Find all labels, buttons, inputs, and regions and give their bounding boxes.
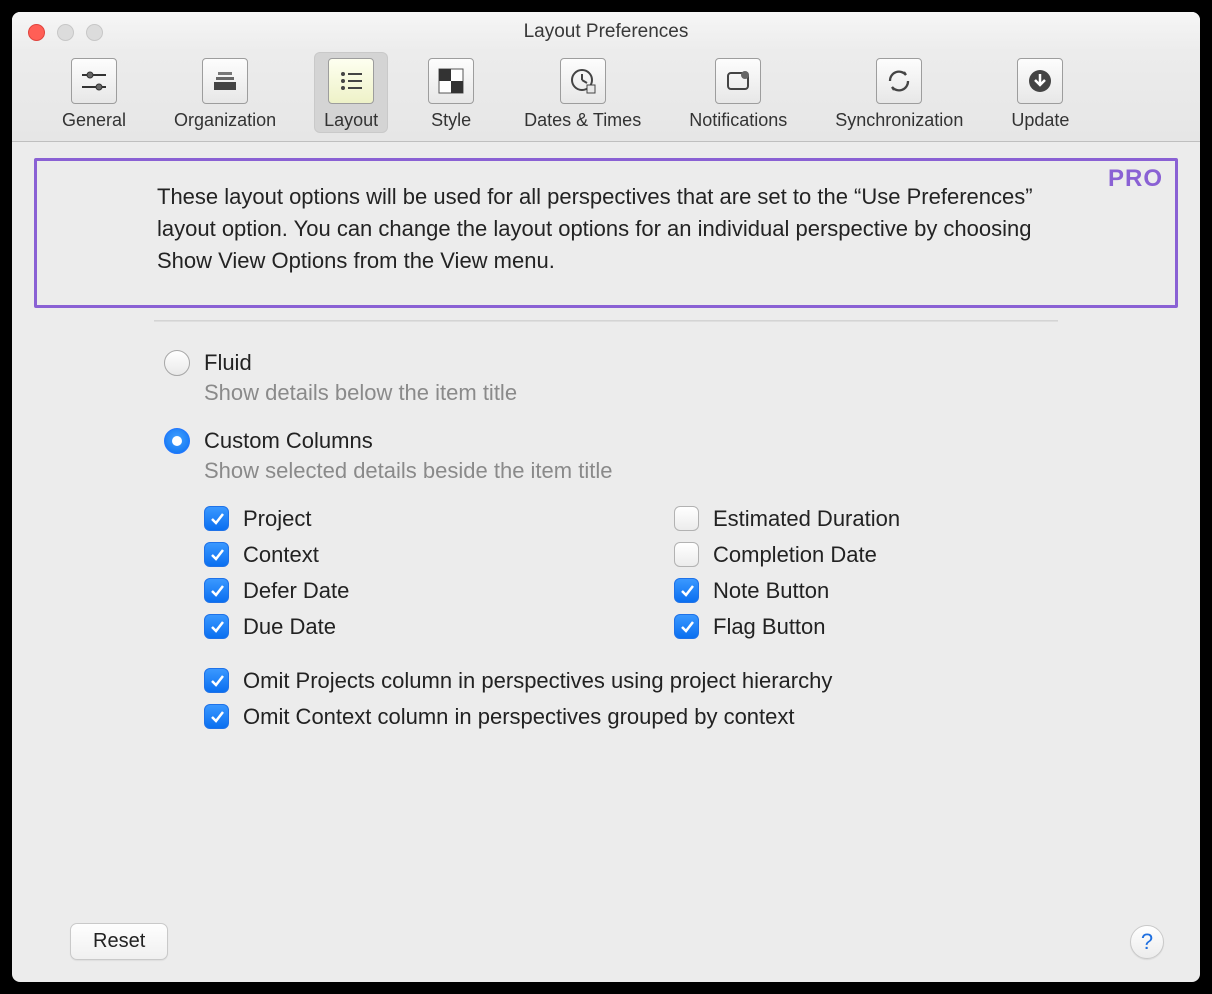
preferences-toolbar: General Organization Layout Style Dates … [12,52,1200,142]
radio-label: Fluid [204,350,252,376]
download-icon [1017,58,1063,104]
checkbox-label: Defer Date [243,578,349,604]
checkbox-project[interactable]: Project [204,506,504,532]
fluid-description: Show details below the item title [204,380,1178,406]
toolbar-tab-label: Organization [174,110,276,131]
checkbox-label: Omit Projects column in perspectives usi… [243,668,832,694]
checkbox-label: Context [243,542,319,568]
footer: Reset ? [34,923,1178,964]
divider [154,320,1058,322]
close-window-button[interactable] [28,24,45,41]
radio-label: Custom Columns [204,428,373,454]
radio-fluid[interactable]: Fluid [164,350,1178,376]
preferences-window: Layout Preferences General Organization … [12,12,1200,982]
checker-icon [428,58,474,104]
notification-icon [715,58,761,104]
toolbar-tab-label: Update [1011,110,1069,131]
pro-description: These layout options will be used for al… [157,181,1055,277]
column-right: Estimated Duration Completion Date Note … [674,506,974,640]
zoom-window-button[interactable] [86,24,103,41]
toolbar-tab-update[interactable]: Update [1001,52,1079,133]
titlebar: Layout Preferences [12,12,1200,52]
pro-callout: PRO These layout options will be used fo… [34,158,1178,308]
checkbox-note-button[interactable]: Note Button [674,578,974,604]
radio-custom-columns[interactable]: Custom Columns [164,428,1178,454]
toolbar-tab-label: Notifications [689,110,787,131]
custom-description: Show selected details beside the item ti… [204,458,1178,484]
checkbox-icon [204,704,229,729]
toolbar-tab-dates-times[interactable]: Dates & Times [514,52,651,133]
checkbox-icon [204,614,229,639]
omit-options: Omit Projects column in perspectives usi… [204,668,1178,730]
pro-badge: PRO [1108,165,1163,193]
stack-icon [202,58,248,104]
toolbar-tab-style[interactable]: Style [416,52,486,133]
checkbox-icon [674,614,699,639]
checkbox-label: Note Button [713,578,829,604]
layout-options: Fluid Show details below the item title … [34,350,1178,730]
radio-icon [164,350,190,376]
checkbox-icon [204,578,229,603]
checkbox-icon [204,668,229,693]
toolbar-tab-layout[interactable]: Layout [314,52,388,133]
checkbox-icon [204,506,229,531]
checkbox-icon [204,542,229,567]
toolbar-tab-label: Style [431,110,471,131]
checkbox-estimated-duration[interactable]: Estimated Duration [674,506,974,532]
content-area: PRO These layout options will be used fo… [12,142,1200,982]
toolbar-tab-label: General [62,110,126,131]
toolbar-tab-synchronization[interactable]: Synchronization [825,52,973,133]
reset-button[interactable]: Reset [70,923,168,960]
sliders-icon [71,58,117,104]
toolbar-tab-general[interactable]: General [52,52,136,133]
sync-icon [876,58,922,104]
checkbox-completion-date[interactable]: Completion Date [674,542,974,568]
minimize-window-button[interactable] [57,24,74,41]
checkbox-icon [674,506,699,531]
checkbox-icon [674,578,699,603]
toolbar-tab-organization[interactable]: Organization [164,52,286,133]
checkbox-label: Completion Date [713,542,877,568]
checkbox-defer-date[interactable]: Defer Date [204,578,504,604]
checkbox-label: Project [243,506,311,532]
checkbox-label: Estimated Duration [713,506,900,532]
clock-icon [560,58,606,104]
checkbox-flag-button[interactable]: Flag Button [674,614,974,640]
toolbar-tab-label: Dates & Times [524,110,641,131]
checkbox-label: Due Date [243,614,336,640]
window-title: Layout Preferences [12,21,1200,43]
column-left: Project Context Defer Date Due Date [204,506,504,640]
checkbox-omit-context[interactable]: Omit Context column in perspectives grou… [204,704,1178,730]
traffic-lights [12,24,103,41]
toolbar-tab-label: Synchronization [835,110,963,131]
help-button[interactable]: ? [1130,925,1164,959]
checkbox-label: Flag Button [713,614,826,640]
toolbar-tab-label: Layout [324,110,378,131]
checkbox-icon [674,542,699,567]
toolbar-tab-notifications[interactable]: Notifications [679,52,797,133]
radio-icon [164,428,190,454]
checkbox-context[interactable]: Context [204,542,504,568]
list-icon [328,58,374,104]
checkbox-omit-projects[interactable]: Omit Projects column in perspectives usi… [204,668,1178,694]
checkbox-due-date[interactable]: Due Date [204,614,504,640]
column-checkboxes: Project Context Defer Date Due Date [204,506,1178,640]
checkbox-label: Omit Context column in perspectives grou… [243,704,795,730]
